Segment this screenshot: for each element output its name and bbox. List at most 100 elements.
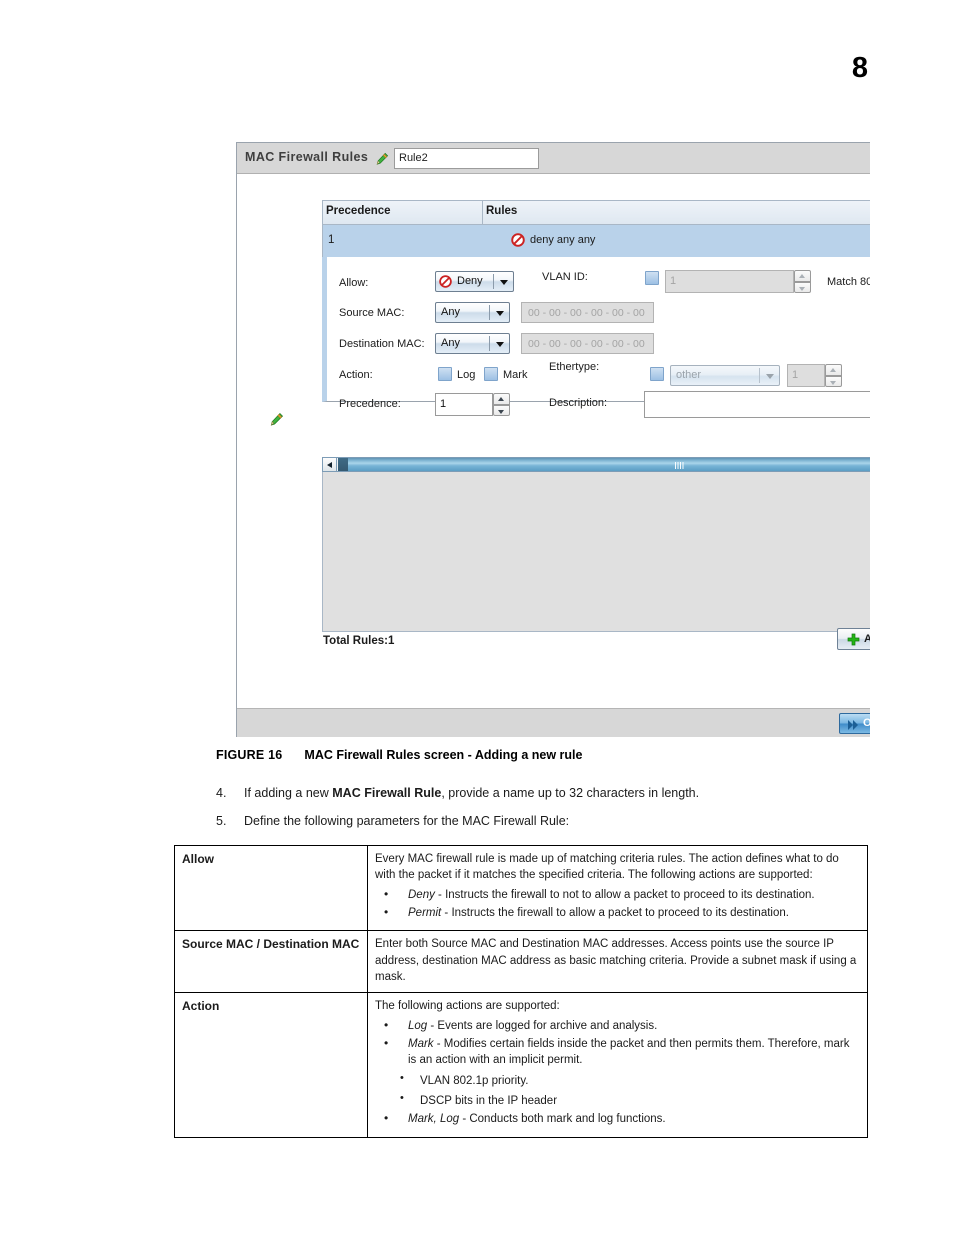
mark-label: Mark: [503, 369, 528, 381]
deny-icon: [439, 275, 452, 288]
list-item: Mark - Modifies certain fields inside th…: [375, 1035, 860, 1069]
vlan-id-stepper-buttons[interactable]: [794, 270, 811, 293]
total-rules-label: Total Rules:1: [323, 635, 395, 647]
destination-mac-dropdown[interactable]: Any: [435, 333, 510, 354]
add-button[interactable]: Add: [837, 628, 870, 650]
ethertype-number-value[interactable]: 1: [787, 364, 825, 387]
bullet-text: DSCP bits in the IP header: [420, 1094, 558, 1107]
grid-empty-body: [322, 472, 870, 632]
bullet-term: Permit: [408, 906, 442, 919]
list-item: Deny - Instructs the firewall to not to …: [375, 886, 860, 903]
action-label: Action:: [339, 369, 373, 381]
caret-down-icon: [799, 286, 805, 291]
allow-value: Deny: [457, 275, 483, 287]
grid-header-separator: [482, 201, 483, 224]
log-checkbox[interactable]: [438, 367, 452, 381]
combo-divider: [759, 368, 760, 383]
bullet-term: Mark: [408, 1037, 434, 1050]
ethertype-label: Ethertype:: [549, 361, 600, 373]
mark-checkbox[interactable]: [484, 367, 498, 381]
bullet-text: - Events are logged for archive and anal…: [427, 1019, 658, 1032]
source-mac-label: Source MAC:: [339, 307, 405, 319]
precedence-stepper-buttons[interactable]: [493, 393, 510, 416]
add-button-label: Add: [864, 633, 870, 645]
description-label: Description:: [549, 397, 608, 409]
precedence-stepper[interactable]: 1: [435, 393, 510, 416]
stepper-down-button[interactable]: [493, 404, 510, 416]
rule-edit-form: Allow: Deny VLAN ID: 1 Match 8 Source MA…: [322, 257, 870, 418]
window-titlebar: MAC Firewall Rules Rule2: [237, 143, 870, 174]
row-edit-pencil-icon[interactable]: [269, 412, 284, 427]
ethertype-stepper-buttons[interactable]: [825, 364, 842, 387]
param-key-action: Action: [174, 992, 368, 1138]
chevron-down-icon: [500, 280, 508, 285]
stepper-up-button[interactable]: [794, 270, 811, 282]
list-item: Log - Events are logged for archive and …: [375, 1017, 860, 1034]
step-4-prefix: If adding a new: [244, 786, 333, 800]
param-key-allow: Allow: [174, 844, 368, 932]
scrollbar-thumb[interactable]: [338, 458, 870, 471]
ethertype-value: other: [676, 369, 702, 381]
vlan-id-checkbox[interactable]: [645, 271, 659, 285]
precedence-value[interactable]: 1: [435, 393, 493, 416]
param-action-intro: The following actions are supported:: [375, 1000, 560, 1013]
table-row[interactable]: 1 deny any any: [322, 225, 870, 257]
bullet-text: - Instructs the firewall to allow a pack…: [441, 906, 789, 919]
deny-icon: [511, 233, 525, 247]
vlan-id-value[interactable]: 1: [665, 270, 794, 293]
ethertype-number-stepper[interactable]: 1: [787, 364, 842, 387]
caret-up-icon: [830, 368, 836, 372]
source-mac-address-input[interactable]: 00 - 00 - 00 - 00 - 00 - 00: [521, 302, 654, 323]
step-5-number: 5.: [216, 814, 227, 828]
destination-mac-address-input[interactable]: 00 - 00 - 00 - 00 - 00 - 00: [521, 333, 654, 354]
rule-name-input[interactable]: Rule2: [394, 148, 539, 169]
combo-divider: [489, 336, 490, 351]
step-4-number: 4.: [216, 786, 227, 800]
bullet-text: - Conducts both mark and log functions.: [459, 1113, 666, 1126]
ethertype-dropdown[interactable]: other: [670, 365, 780, 386]
chevron-down-icon: [766, 374, 774, 379]
horizontal-scrollbar[interactable]: [322, 457, 870, 472]
stepper-up-button[interactable]: [825, 364, 842, 376]
stepper-down-button[interactable]: [794, 281, 811, 293]
ok-button[interactable]: O: [839, 713, 870, 734]
destination-mac-label: Destination MAC:: [339, 338, 425, 350]
vlan-id-stepper[interactable]: 1: [665, 270, 811, 293]
vlan-id-label: VLAN ID:: [542, 271, 588, 283]
param-key-source-dest-mac: Source MAC / Destination MAC: [174, 930, 368, 994]
source-mac-dropdown[interactable]: Any: [435, 302, 510, 323]
parameter-table: Allow Every MAC firewall rule is made up…: [174, 844, 868, 1138]
allow-dropdown[interactable]: Deny: [435, 271, 514, 292]
ethertype-checkbox[interactable]: [650, 367, 664, 381]
column-header-precedence[interactable]: Precedence: [326, 205, 391, 217]
ok-button-label: O: [863, 717, 870, 729]
column-header-rules[interactable]: Rules: [486, 205, 517, 217]
scrollbar-grip-icon: [674, 462, 685, 469]
page-number: 8: [851, 52, 868, 84]
figure-screenshot: MAC Firewall Rules Rule2 Precedence Rule…: [236, 142, 870, 737]
double-chevron-right-icon: [847, 718, 860, 730]
caret-up-icon: [799, 274, 805, 278]
table-row: Allow Every MAC firewall rule is made up…: [174, 844, 868, 932]
caret-down-icon: [498, 409, 504, 414]
param-source-dest-mac-intro: Enter both Source MAC and Destination MA…: [375, 938, 857, 983]
list-item: VLAN 802.1p priority.: [375, 1071, 860, 1089]
param-action-bullets: Log - Events are logged for archive and …: [375, 1017, 860, 1128]
param-desc-source-dest-mac: Enter both Source MAC and Destination MA…: [367, 930, 868, 994]
bullet-term: Log: [408, 1019, 428, 1032]
combo-divider: [493, 274, 494, 289]
rule-summary-text: deny any any: [530, 234, 596, 246]
stepper-down-button[interactable]: [825, 375, 842, 387]
destination-mac-value: Any: [441, 337, 460, 349]
window-bottom-bar: O: [237, 708, 870, 737]
pencil-icon: [375, 152, 389, 166]
step-4-suffix: , provide a name up to 32 characters in …: [441, 786, 700, 800]
plus-icon: [847, 633, 860, 646]
bullet-text: - Modifies certain fields inside the pac…: [408, 1037, 850, 1067]
scroll-left-button[interactable]: [323, 458, 337, 471]
allow-label: Allow:: [339, 277, 369, 289]
stepper-up-button[interactable]: [493, 393, 510, 405]
precedence-label: Precedence:: [339, 398, 401, 410]
description-input[interactable]: [644, 391, 870, 418]
scrollbar-thumb-cap: [338, 458, 348, 471]
